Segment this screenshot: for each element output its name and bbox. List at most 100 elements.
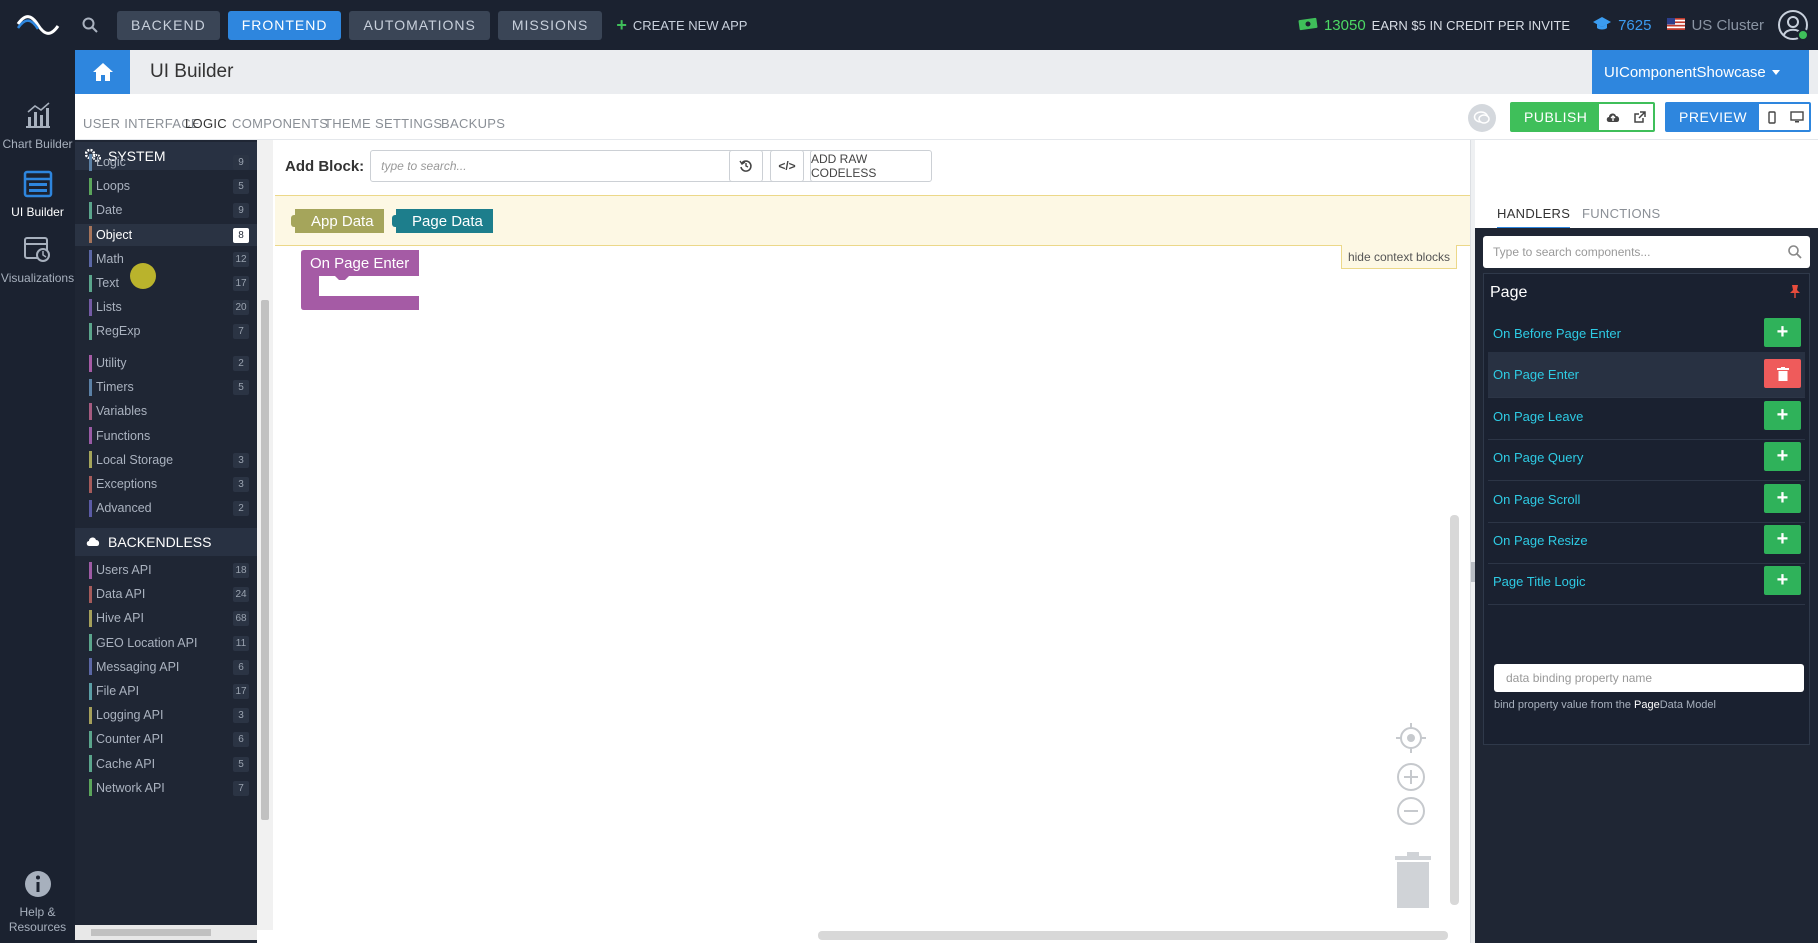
- app-data-block[interactable]: App Data: [295, 209, 384, 233]
- logic-workspace[interactable]: Add Block: type to search... </> ADD RAW…: [273, 140, 1470, 943]
- history-button[interactable]: [729, 150, 763, 182]
- add-handler-button[interactable]: +: [1764, 483, 1801, 513]
- graduation-cap-icon[interactable]: [1592, 16, 1612, 35]
- handler-on-page-enter[interactable]: On Page Enter: [1488, 352, 1805, 399]
- workspace-horizontal-scrollbar[interactable]: [818, 931, 1448, 940]
- preview-button[interactable]: PREVIEW: [1667, 104, 1760, 130]
- category-users-api[interactable]: Users API 18: [75, 559, 257, 581]
- category-date[interactable]: Date 9: [75, 199, 257, 221]
- credits-invite-link[interactable]: EARN $5 IN CREDIT PER INVITE: [1372, 18, 1570, 33]
- cluster-selector[interactable]: US Cluster: [1691, 17, 1764, 34]
- center-workspace-button[interactable]: [1396, 723, 1426, 758]
- scrollbar-thumb[interactable]: [261, 300, 269, 820]
- category-utility[interactable]: Utility 2: [75, 352, 257, 374]
- add-handler-button[interactable]: +: [1764, 400, 1801, 430]
- category-object[interactable]: Object 8: [75, 223, 257, 246]
- category-regexp[interactable]: RegExp 7: [75, 320, 257, 342]
- category-data-api[interactable]: Data API 24: [75, 583, 257, 605]
- nav-backend-button[interactable]: BACKEND: [117, 10, 220, 40]
- mobile-icon[interactable]: [1759, 104, 1785, 130]
- category-advanced[interactable]: Advanced 2: [75, 497, 257, 519]
- tab-backups[interactable]: BACKUPS: [441, 116, 505, 131]
- categories-horizontal-scrollbar[interactable]: [75, 925, 257, 940]
- page-data-block[interactable]: Page Data: [396, 209, 493, 233]
- desktop-icon[interactable]: [1784, 104, 1809, 130]
- tab-functions[interactable]: FUNCTIONS: [1582, 206, 1661, 221]
- category-file-api[interactable]: File API 17: [75, 680, 257, 702]
- category-cache-api[interactable]: Cache API 5: [75, 753, 257, 775]
- money-icon[interactable]: [1298, 17, 1318, 34]
- backendless-section-header[interactable]: BACKENDLESS: [75, 528, 257, 556]
- tab-handlers[interactable]: HANDLERS: [1497, 206, 1571, 229]
- tab-settings[interactable]: SETTINGS: [375, 116, 442, 131]
- category-lists[interactable]: Lists 20: [75, 296, 257, 318]
- handler-name[interactable]: On Page Scroll: [1493, 492, 1580, 507]
- rail-help[interactable]: Help & Resources: [0, 870, 75, 935]
- nav-missions-button[interactable]: MISSIONS: [497, 10, 603, 40]
- category-timers[interactable]: Timers 5: [75, 376, 257, 398]
- user-avatar[interactable]: [1778, 10, 1809, 41]
- nav-frontend-button[interactable]: FRONTEND: [227, 10, 342, 40]
- app-selector[interactable]: UIComponentShowcase: [1592, 50, 1809, 94]
- category-variables[interactable]: Variables: [75, 400, 257, 422]
- handler-on-page-scroll[interactable]: On Page Scroll +: [1488, 477, 1805, 523]
- search-icon[interactable]: [75, 0, 105, 50]
- tab-theme[interactable]: THEME: [324, 116, 371, 131]
- add-handler-button[interactable]: +: [1764, 318, 1801, 347]
- handler-name[interactable]: On Page Resize: [1493, 533, 1588, 548]
- trash-button[interactable]: [1391, 852, 1435, 915]
- handler-name[interactable]: On Page Enter: [1493, 367, 1579, 382]
- zoom-in-button[interactable]: [1396, 762, 1426, 797]
- handler-on-before-page-enter[interactable]: On Before Page Enter +: [1488, 311, 1805, 357]
- handler-name[interactable]: Page Title Logic: [1493, 574, 1586, 589]
- home-button[interactable]: [75, 50, 130, 94]
- on-page-enter-block[interactable]: On Page Enter: [301, 250, 419, 310]
- backendless-logo-icon[interactable]: [0, 0, 75, 50]
- tab-logic[interactable]: LOGIC: [185, 116, 227, 142]
- handler-name[interactable]: On Page Leave: [1493, 409, 1583, 424]
- create-new-app-button[interactable]: + CREATE NEW APP: [616, 15, 747, 36]
- rail-chart-builder[interactable]: Chart Builder: [0, 100, 75, 151]
- components-search-input[interactable]: Type to search components...: [1483, 236, 1810, 268]
- category-exceptions[interactable]: Exceptions 3: [75, 473, 257, 495]
- scrollbar-thumb[interactable]: [91, 929, 211, 936]
- add-raw-codeless-button[interactable]: ADD RAW CODELESS: [810, 150, 932, 182]
- categories-scrollbar[interactable]: [257, 140, 273, 930]
- category-local-storage[interactable]: Local Storage 3: [75, 449, 257, 471]
- rail-ui-builder[interactable]: UI Builder: [0, 170, 75, 219]
- handler-on-page-query[interactable]: On Page Query +: [1488, 435, 1805, 482]
- handler-on-page-leave[interactable]: On Page Leave +: [1488, 394, 1805, 440]
- zoom-out-button[interactable]: [1396, 796, 1426, 831]
- handler-page-title-logic[interactable]: Page Title Logic +: [1488, 559, 1805, 606]
- category-network-api[interactable]: Network API 7: [75, 777, 257, 799]
- us-flag-icon[interactable]: [1667, 17, 1686, 33]
- category-logic[interactable]: Logic 9: [75, 151, 257, 173]
- nav-automations-button[interactable]: AUTOMATIONS: [349, 10, 490, 40]
- add-handler-button[interactable]: +: [1764, 525, 1801, 554]
- category-text[interactable]: Text 17: [75, 272, 257, 294]
- handler-name[interactable]: On Before Page Enter: [1493, 326, 1621, 341]
- category-counter-api[interactable]: Counter API 6: [75, 728, 257, 750]
- category-loops[interactable]: Loops 5: [75, 175, 257, 197]
- add-handler-button[interactable]: +: [1764, 442, 1801, 472]
- chat-button[interactable]: [1468, 104, 1496, 132]
- category-messaging-api[interactable]: Messaging API 6: [75, 656, 257, 678]
- handler-name[interactable]: On Page Query: [1493, 450, 1583, 465]
- hide-context-blocks-button[interactable]: hide context blocks: [1340, 245, 1457, 269]
- category-logging-api[interactable]: Logging API 3: [75, 704, 257, 726]
- publish-button[interactable]: PUBLISH: [1512, 104, 1600, 130]
- credits-count[interactable]: 13050: [1324, 17, 1366, 34]
- pin-icon[interactable]: [1789, 284, 1801, 303]
- tab-user-interface[interactable]: USER INTERFACE: [83, 116, 200, 131]
- rail-visualizations[interactable]: Visualizations: [0, 236, 75, 285]
- category-math[interactable]: Math 12: [75, 248, 257, 270]
- delete-handler-button[interactable]: [1764, 359, 1801, 389]
- external-link-icon[interactable]: [1626, 104, 1653, 130]
- category-hive-api[interactable]: Hive API 68: [75, 607, 257, 629]
- workspace-vertical-scrollbar[interactable]: [1450, 515, 1459, 905]
- data-binding-property-input[interactable]: data binding property name: [1494, 664, 1804, 692]
- handler-on-page-resize[interactable]: On Page Resize +: [1488, 518, 1805, 564]
- missions-points[interactable]: 7625: [1618, 17, 1651, 34]
- add-handler-button[interactable]: +: [1764, 566, 1801, 596]
- tab-components[interactable]: COMPONENTS: [232, 116, 328, 131]
